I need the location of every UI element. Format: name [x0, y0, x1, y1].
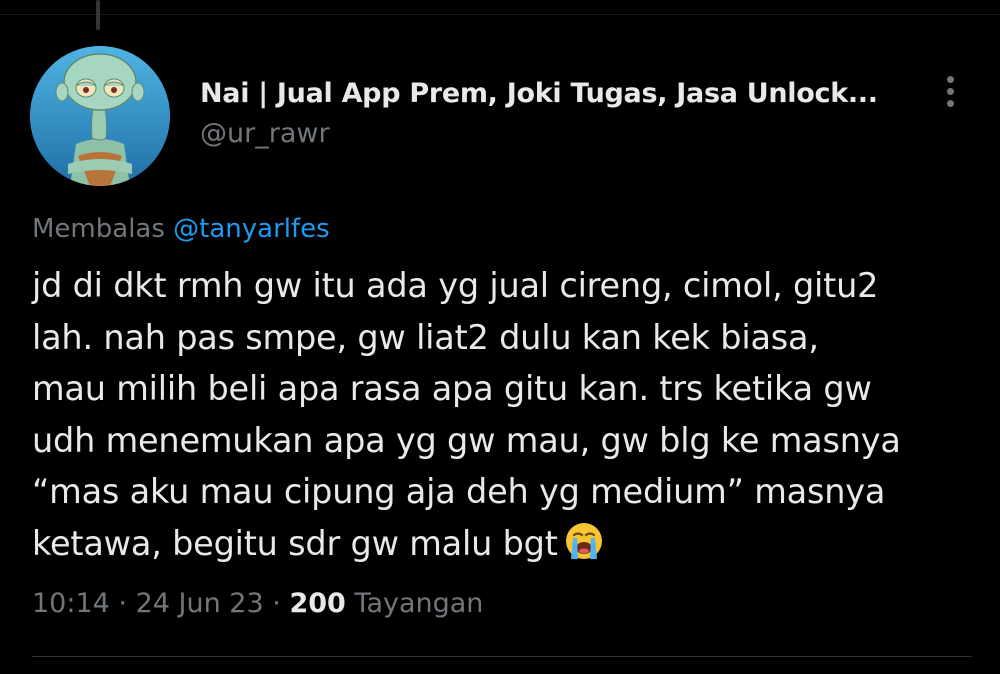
views-count[interactable]: 200 — [289, 588, 345, 619]
tweet-date[interactable]: 24 Jun 23 — [136, 588, 264, 619]
tweet-body: jd di dkt rmh gw itu ada yg jual cireng,… — [32, 260, 972, 575]
more-options-icon — [946, 75, 954, 83]
tweet-text-line: ketawa, begitu sdr gw malu bgt — [32, 523, 558, 563]
tweet-text-line: udh menemukan apa yg gw mau, gw blg ke m… — [32, 420, 901, 460]
tweet-text-line: “mas aku mau cipung aja deh yg medium” m… — [32, 472, 886, 511]
loudly-crying-face-icon — [564, 521, 604, 576]
author-display-name[interactable]: Nai | Jual App Prem, Joki Tugas, Jasa Un… — [200, 78, 878, 109]
thread-connector-line — [96, 0, 100, 30]
tweet-text-last-line: ketawa, begitu sdr gw malu bgt — [32, 518, 972, 576]
top-divider — [0, 14, 1000, 15]
more-options-icon-dot — [946, 87, 954, 95]
more-options-icon-dot — [946, 99, 954, 107]
tweet-time[interactable]: 10:14 — [32, 588, 110, 619]
squidward-avatar-icon — [30, 46, 170, 186]
meta-separator: · — [118, 588, 127, 619]
reply-prefix: Membalas — [32, 214, 165, 244]
views-label[interactable]: Tayangan — [354, 588, 483, 619]
reply-context: Membalas @tanyarlfes — [32, 214, 330, 244]
tweet-text-line: jd di dkt rmh gw itu ada yg jual cireng,… — [32, 266, 879, 305]
reply-mention-link[interactable]: @tanyarlfes — [173, 214, 330, 244]
tweet-meta: 10:14 · 24 Jun 23 · 200 Tayangan — [32, 588, 483, 619]
author-avatar[interactable] — [30, 46, 170, 186]
bottom-divider — [32, 656, 972, 657]
meta-separator: · — [272, 588, 281, 619]
author-handle[interactable]: @ur_rawr — [200, 118, 330, 149]
tweet-text-line: mau milih beli apa rasa apa gitu kan. tr… — [32, 369, 872, 408]
tweet-text-line: lah. nah pas smpe, gw liat2 dulu kan kek… — [32, 317, 819, 357]
more-options-button[interactable] — [930, 66, 970, 116]
